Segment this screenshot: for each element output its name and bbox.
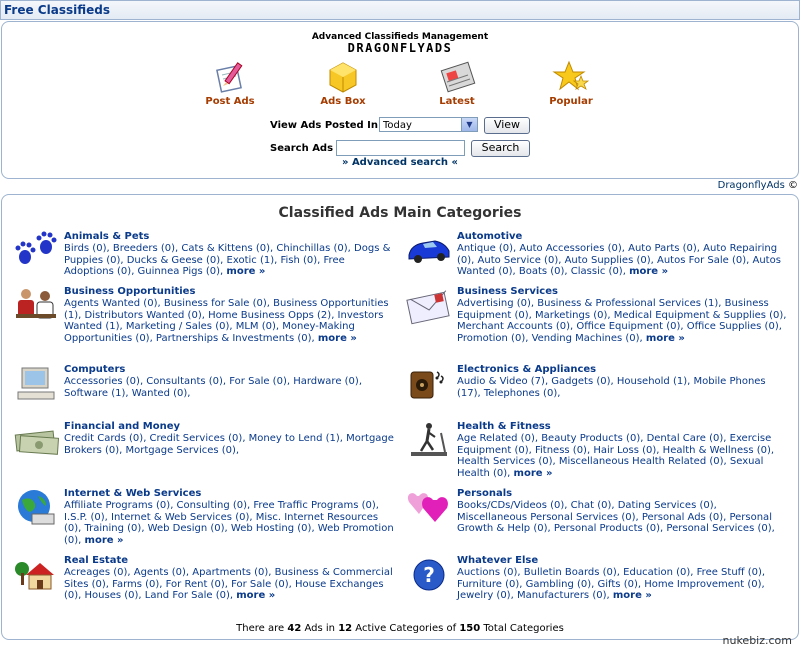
brand-logo[interactable]: DRAGONFLYADS — [2, 41, 798, 55]
credit: DragonflyAds © — [718, 180, 798, 191]
category-summary: There are 42 Ads in 12 Active Categories… — [2, 623, 798, 634]
category-personals: Personals Books/CDs/Videos (0), Chat (0)… — [407, 488, 787, 535]
paw-prints-icon — [15, 231, 57, 264]
gramophone-icon — [410, 371, 444, 399]
search-button[interactable]: Search — [471, 140, 530, 157]
category-name[interactable]: Internet & Web Services — [64, 488, 201, 499]
summary-mid2: Active Categories of — [355, 623, 457, 634]
copyright-symbol: © — [788, 180, 798, 191]
category-financial-money: Financial and Money Credit Cards (0), Cr… — [14, 421, 394, 456]
category-whatever-else: ? Whatever Else Auctions (0), Bulletin B… — [413, 555, 787, 602]
category-subs[interactable]: Age Related (0), Beauty Products (0), De… — [457, 433, 774, 479]
computer-icon — [17, 367, 55, 400]
category-subs[interactable]: Advertising (0), Business & Professional… — [457, 298, 786, 344]
category-name[interactable]: Business Opportunities — [64, 286, 195, 297]
category-name[interactable]: Whatever Else — [457, 555, 538, 566]
category-health-fitness: Health & Fitness Age Related (0), Beauty… — [411, 421, 787, 479]
chevron-down-icon[interactable]: ▼ — [461, 118, 477, 131]
more-link[interactable]: more » — [613, 590, 652, 601]
category-subs[interactable]: Acreages (0), Agents (0), Apartments (0)… — [64, 567, 393, 601]
nav-popular[interactable]: Popular — [531, 60, 611, 107]
more-link[interactable]: more » — [85, 535, 124, 546]
question-mark-icon: ? — [413, 559, 445, 591]
summary-total-count: 150 — [459, 623, 481, 634]
business-people-icon — [16, 289, 56, 319]
nav-latest[interactable]: Latest — [417, 60, 497, 107]
view-button[interactable]: View — [484, 117, 530, 134]
newspaper-icon — [440, 61, 476, 93]
more-link[interactable]: more » — [226, 266, 265, 277]
dragonflyads-link[interactable]: DragonflyAds — [718, 180, 785, 191]
more-link[interactable]: more » — [646, 333, 685, 344]
category-automotive: Automotive Antique (0), Auto Accessories… — [408, 231, 787, 278]
category-name[interactable]: Automotive — [457, 231, 522, 242]
money-stack-icon — [14, 430, 60, 455]
category-name[interactable]: Health & Fitness — [457, 421, 551, 432]
nav-post-ads[interactable]: Post Ads — [190, 60, 270, 107]
hearts-icon — [407, 493, 448, 522]
category-name[interactable]: Personals — [457, 488, 512, 499]
more-link[interactable]: more » — [514, 468, 553, 479]
watermark: nukebiz.com — [722, 634, 793, 647]
summary-post: Total Categories — [483, 623, 564, 634]
nav-post-ads-label: Post Ads — [205, 96, 255, 107]
category-business-opportunities: Business Opportunities Agents Wanted (0)… — [16, 286, 394, 344]
more-link[interactable]: more » — [236, 590, 275, 601]
title-bar: Free Classifieds — [0, 0, 800, 20]
category-computers: Computers Accessories (0), Consultants (… — [17, 364, 394, 400]
category-real-estate: Real Estate Acreages (0), Agents (0), Ap… — [15, 555, 394, 602]
category-electronics: Electronics & Appliances Audio & Video (… — [410, 364, 787, 399]
category-subs[interactable]: Credit Cards (0), Credit Services (0), M… — [64, 433, 394, 456]
nav-ads-box[interactable]: Ads Box — [303, 60, 383, 107]
category-name[interactable]: Animals & Pets — [64, 231, 149, 242]
category-subs[interactable]: Auctions (0), Bulletin Boards (0), Educa… — [457, 567, 765, 601]
star-icon — [552, 60, 590, 91]
category-subs[interactable]: Audio & Video (7), Gadgets (0), Househol… — [457, 376, 766, 399]
summary-pre: There are — [236, 623, 285, 634]
category-internet-web: Internet & Web Services Affiliate Progra… — [18, 488, 394, 546]
more-link[interactable]: more » — [629, 266, 668, 277]
summary-active-count: 12 — [338, 623, 353, 634]
category-name[interactable]: Financial and Money — [64, 421, 180, 432]
more-link[interactable]: more » — [318, 333, 357, 344]
view-period-value: Today — [383, 120, 412, 131]
category-name[interactable]: Business Services — [457, 286, 558, 297]
house-icon — [15, 562, 54, 590]
summary-mid1: Ads in — [304, 623, 335, 634]
category-name[interactable]: Real Estate — [64, 555, 128, 566]
category-subs[interactable]: Books/CDs/Videos (0), Chat (0), Dating S… — [457, 500, 775, 534]
search-ads-label: Search Ads — [270, 143, 334, 154]
yellow-box-icon — [329, 62, 357, 93]
svg-text:?: ? — [423, 563, 435, 587]
category-name[interactable]: Electronics & Appliances — [457, 364, 596, 375]
view-ads-label: View Ads Posted In — [270, 120, 379, 131]
treadmill-icon — [411, 423, 447, 456]
category-subs[interactable]: Accessories (0), Consultants (0), For Sa… — [64, 376, 362, 399]
nav-latest-label: Latest — [439, 96, 475, 107]
pencil-paper-icon — [216, 62, 243, 93]
category-name[interactable]: Computers — [64, 364, 125, 375]
envelope-icon — [406, 290, 450, 325]
nav-popular-label: Popular — [549, 96, 593, 107]
search-input[interactable] — [336, 140, 465, 156]
category-business-services: Business Services Advertising (0), Busin… — [406, 286, 787, 344]
car-icon — [408, 240, 450, 263]
category-subs[interactable]: Antique (0), Auto Accessories (0), Auto … — [457, 243, 781, 277]
page-title: Free Classifieds — [4, 3, 110, 17]
summary-ads-count: 42 — [287, 623, 302, 634]
category-animals-pets: Animals & Pets Birds (0), Breeders (0), … — [15, 231, 394, 278]
nav-ads-box-label: Ads Box — [320, 96, 366, 107]
top-panel: Advanced Classifieds Management DRAGONFL… — [1, 21, 799, 179]
categories-title: Classified Ads Main Categories — [278, 205, 522, 221]
globe-laptop-icon — [18, 490, 55, 525]
advanced-search-link[interactable]: » Advanced search « — [2, 157, 798, 168]
main-panel: Classified Ads Main Categories Animals &… — [1, 194, 799, 640]
view-period-select[interactable]: Today ▼ — [379, 117, 478, 132]
